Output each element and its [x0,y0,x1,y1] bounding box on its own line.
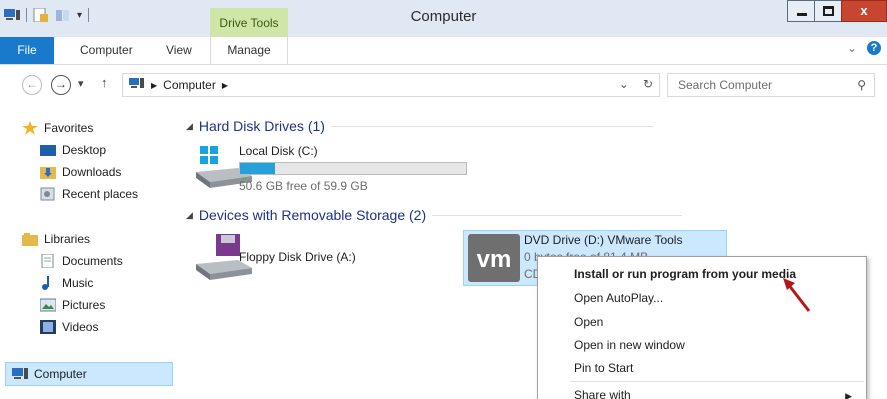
breadcrumb-chevron-icon[interactable]: ▶ [151,81,157,90]
menu-item-install-run[interactable]: Install or run program from your media [574,267,796,281]
nav-item-videos[interactable]: Videos [40,317,98,337]
address-dropdown-icon[interactable]: ⌄ [619,77,629,91]
drive-name: Floppy Disk Drive (A:) [239,250,356,264]
annotation-arrow-icon [783,278,811,312]
pictures-icon [39,298,57,312]
nav-label: Desktop [62,143,107,157]
search-placeholder: Search Computer [678,78,773,92]
address-tools: ⌄ ↻ [619,77,653,91]
nav-label: Pictures [62,298,106,312]
disk-usage-fill [240,163,276,174]
vmware-tools-icon: vm [468,234,520,285]
group-title: Devices with Removable Storage (2) [198,207,427,223]
back-arrow-icon: ← [26,77,38,91]
nav-item-favorites[interactable]: Favorites [22,118,93,138]
computer-icon [129,77,145,93]
nav-label: Videos [62,320,99,334]
drive-free-space: 50.6 GB free of 59.9 GB [239,179,368,193]
help-icon[interactable]: ? [867,41,881,55]
menu-separator [570,381,864,382]
libraries-icon [22,232,38,246]
nav-label: Documents [62,254,123,268]
ribbon-controls: ⌄ ? [847,41,881,55]
expand-ribbon-icon[interactable]: ⌄ [847,41,857,55]
search-input[interactable]: Search Computer ⚲ [667,73,875,97]
nav-item-downloads[interactable]: Downloads [40,162,121,182]
maximize-button[interactable] [814,0,842,22]
drive-floppy[interactable]: Floppy Disk Drive (A:) [194,234,434,284]
nav-item-music[interactable]: Music [40,273,93,293]
minimize-button[interactable] [787,0,815,22]
window-title: Computer [410,8,477,25]
disk-usage-bar [239,162,467,175]
minimize-icon [797,13,807,16]
music-icon [40,276,56,290]
tab-file[interactable]: File [0,37,54,64]
group-divider [432,214,683,216]
window-controls: x [787,0,887,22]
star-icon [22,121,38,135]
group-header-hard-disks[interactable]: ◢ Hard Disk Drives (1) [186,118,654,134]
nav-label: Libraries [44,232,91,246]
close-button[interactable]: x [841,0,887,22]
nav-item-pictures[interactable]: Pictures [39,295,106,315]
svg-text:vm: vm [477,246,512,273]
breadcrumb-chevron-icon[interactable]: ▶ [222,81,228,90]
documents-icon [40,253,56,269]
maximize-icon [823,6,834,16]
collapse-triangle-icon: ◢ [186,209,193,220]
group-title: Hard Disk Drives (1) [198,118,325,134]
forward-arrow-icon: → [55,77,67,91]
tab-manage[interactable]: Manage [210,37,288,64]
breadcrumb-computer[interactable]: Computer [163,78,216,92]
address-row: ← → ▾ ↑ ▶ Computer ▶ ⌄ ↻ Search Computer… [0,66,887,106]
menu-item-pin-to-start[interactable]: Pin to Start [574,361,633,375]
forward-button[interactable]: → [51,75,71,95]
group-header-removable[interactable]: ◢ Devices with Removable Storage (2) [186,207,683,223]
nav-label: Music [62,276,94,290]
ribbon-tabs: File Computer View Manage ⌄ ? [0,37,887,65]
nav-item-computer[interactable]: Computer [12,364,87,384]
up-arrow-icon[interactable]: ↑ [101,75,108,90]
drive-name: Local Disk (C:) [239,144,318,158]
nav-label: Recent places [62,187,139,201]
desktop-icon [40,143,56,157]
recent-places-icon [40,187,56,201]
menu-item-share-with[interactable]: Share with [574,388,631,399]
nav-label: Favorites [44,121,94,135]
menu-item-open-autoplay[interactable]: Open AutoPlay... [574,291,663,305]
refresh-icon[interactable]: ↻ [643,77,653,91]
nav-item-libraries[interactable]: Libraries [22,229,90,249]
computer-icon [12,367,28,381]
menu-item-open-new-window[interactable]: Open in new window [574,338,685,352]
context-menu: Install or run program from your media O… [537,256,867,399]
menu-item-open[interactable]: Open [574,315,603,329]
back-button[interactable]: ← [22,75,42,95]
submenu-arrow-icon: ▶ [845,391,852,399]
downloads-icon [40,165,56,179]
drive-local-disk[interactable]: Local Disk (C:) 50.6 GB free of 59.9 GB [194,142,474,193]
nav-item-documents[interactable]: Documents [40,251,123,271]
nav-label: Downloads [62,165,122,179]
group-divider [330,125,654,127]
recent-locations-icon[interactable]: ▾ [78,77,84,90]
nav-item-recent[interactable]: Recent places [40,184,138,204]
drive-name: DVD Drive (D:) VMware Tools [524,233,683,247]
search-icon[interactable]: ⚲ [857,74,866,96]
collapse-triangle-icon: ◢ [186,120,193,131]
nav-label: Computer [34,367,87,381]
address-bar[interactable]: ▶ Computer ▶ ⌄ ↻ [122,73,660,97]
nav-item-desktop[interactable]: Desktop [40,140,106,160]
tab-view[interactable]: View [166,37,192,64]
title-bar: ▾ Drive Tools Computer x [0,0,887,37]
videos-icon [40,320,56,334]
tab-computer[interactable]: Computer [80,37,133,64]
navigation-pane: Favorites Desktop Downloads Recent place… [0,106,178,399]
